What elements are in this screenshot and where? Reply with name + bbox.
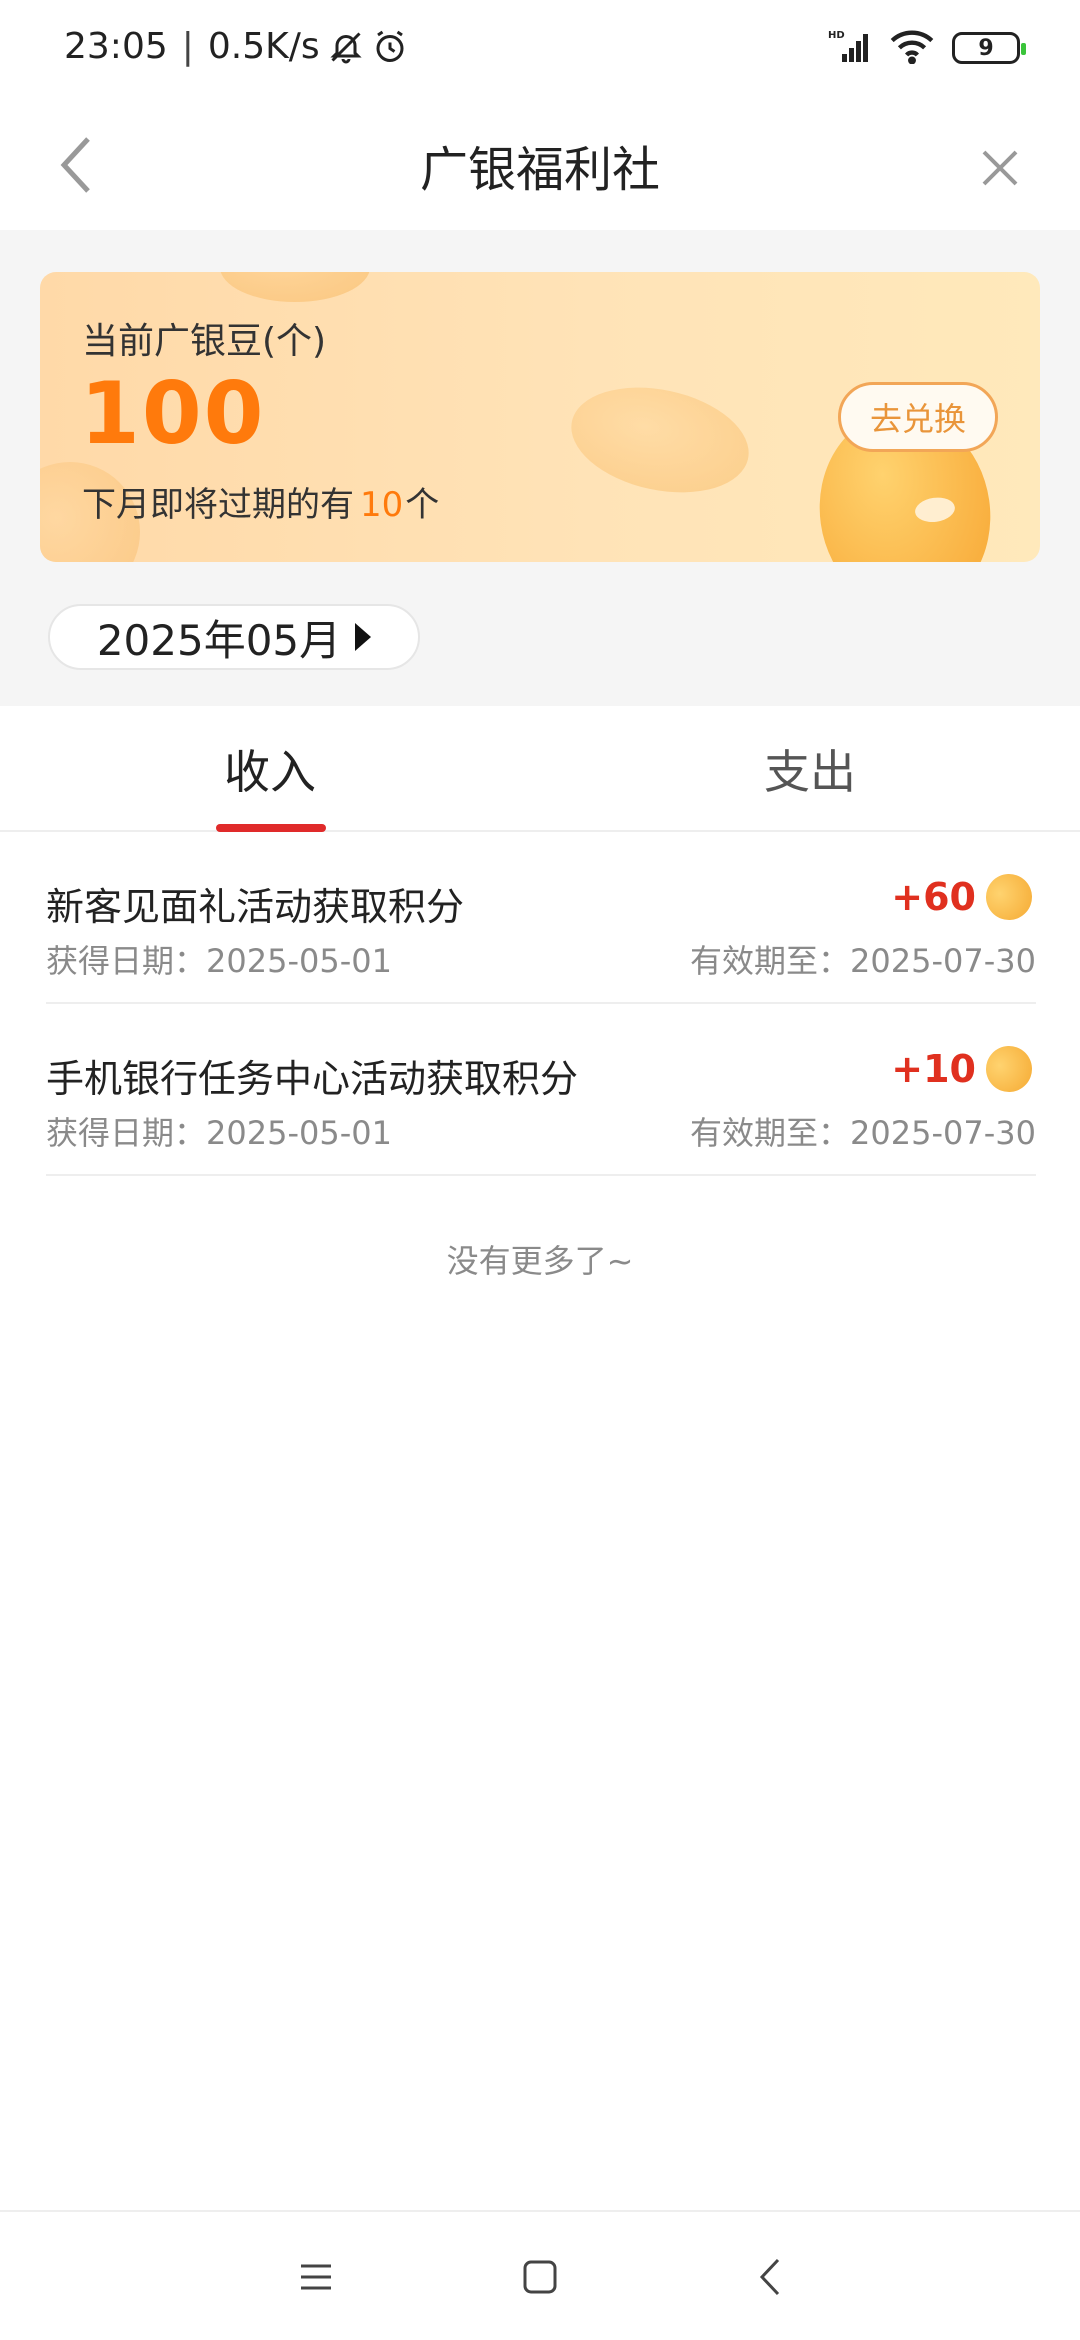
balance-label: 当前广银豆(个) <box>82 321 327 362</box>
home-square-icon <box>523 2260 557 2294</box>
record-date: 获得日期：2025-05-01 <box>46 1114 392 1152</box>
list-item[interactable]: 手机银行任务中心活动获取积分 +10 获得日期：2025-05-01 有效期至：… <box>46 1004 1040 1176</box>
signal-hd-icon: HD <box>828 28 872 68</box>
tab-bar: 收入 支出 <box>0 706 1080 832</box>
record-expiry: 有效期至：2025-07-30 <box>690 942 1036 980</box>
expiry-count: 10 <box>360 485 404 525</box>
expiry-notice: 下月即将过期的有 10 个 <box>82 477 439 526</box>
system-nav-bar <box>0 2210 1080 2340</box>
record-points: +60 <box>891 866 1040 928</box>
status-time: 23:05 <box>64 26 168 67</box>
page: 23:05 | 0.5K/s HD 9 广银福利社 当前广银豆(个) 100 下… <box>0 0 1080 2340</box>
battery-level: 9 <box>978 35 994 61</box>
network-speed: 0.5K/s <box>207 26 320 67</box>
nav-header: 广银福利社 <box>0 100 1080 230</box>
svg-text:HD: HD <box>828 30 845 41</box>
month-picker[interactable]: 2025年05月 <box>48 604 420 670</box>
close-icon <box>982 150 1018 186</box>
alarm-clock-icon <box>372 29 408 65</box>
close-button[interactable] <box>960 128 1040 208</box>
expiry-suffix: 个 <box>405 485 440 525</box>
points-value: +60 <box>891 875 976 919</box>
wifi-icon <box>890 28 934 68</box>
bell-muted-icon <box>328 29 364 65</box>
page-title: 广银福利社 <box>419 142 660 198</box>
record-points: +10 <box>891 1038 1040 1100</box>
status-left: 23:05 | 0.5K/s <box>64 26 408 67</box>
tab-income[interactable]: 收入 <box>140 736 400 802</box>
recent-apps-button[interactable] <box>286 2252 346 2302</box>
home-button[interactable] <box>510 2252 570 2302</box>
system-back-button[interactable] <box>740 2252 800 2302</box>
points-value: +10 <box>891 1047 976 1091</box>
decorative-bean <box>561 372 759 508</box>
status-separator: | <box>181 26 194 67</box>
bean-icon <box>978 1038 1040 1100</box>
status-right: HD 9 <box>828 28 1026 68</box>
menu-icon <box>301 2264 331 2290</box>
caret-right-icon <box>355 623 372 651</box>
bean-icon <box>978 866 1040 928</box>
active-tab-indicator <box>216 824 326 832</box>
status-bar: 23:05 | 0.5K/s HD 9 <box>0 0 1080 100</box>
no-more-text: 没有更多了~ <box>446 1242 634 1280</box>
record-expiry: 有效期至：2025-07-30 <box>690 1114 1036 1152</box>
tab-expense[interactable]: 支出 <box>680 736 940 802</box>
list-item[interactable]: 新客见面礼活动获取积分 +60 获得日期：2025-05-01 有效期至：202… <box>46 832 1040 1004</box>
month-value: 2025年05月 <box>96 615 342 665</box>
back-arrow-icon <box>759 2258 780 2296</box>
decorative-bean <box>220 272 370 302</box>
record-date: 获得日期：2025-05-01 <box>46 942 392 980</box>
record-name: 新客见面礼活动获取积分 <box>46 885 465 929</box>
record-name: 手机银行任务中心活动获取积分 <box>46 1057 579 1101</box>
records-list: 新客见面礼活动获取积分 +60 获得日期：2025-05-01 有效期至：202… <box>46 832 1040 1176</box>
redeem-button[interactable]: 去兑换 <box>838 382 998 452</box>
expiry-prefix: 下月即将过期的有 <box>82 485 354 525</box>
bean-balance-card: 当前广银豆(个) 100 下月即将过期的有 10 个 去兑换 <box>40 272 1040 562</box>
balance-value: 100 <box>80 364 266 464</box>
battery-icon: 9 <box>952 32 1026 64</box>
